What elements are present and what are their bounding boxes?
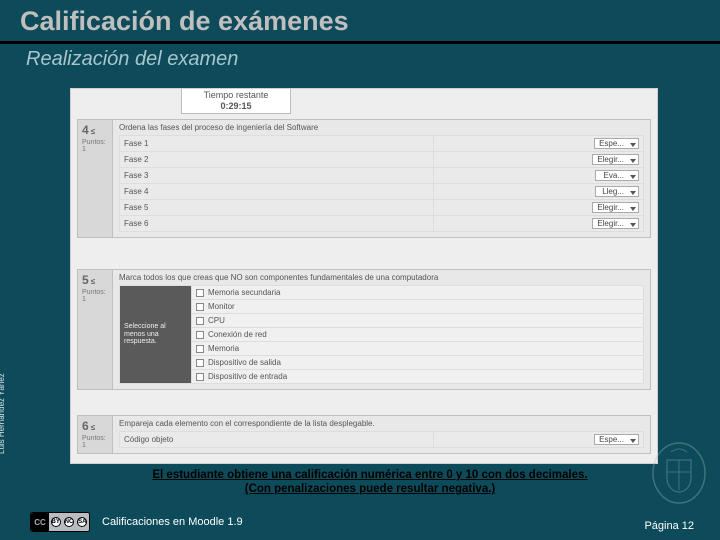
table-row: Código objetoEspe... (120, 432, 644, 448)
checkbox[interactable] (196, 359, 204, 367)
timer-label: Tiempo restante (184, 90, 288, 101)
list-item[interactable]: Monitor (192, 300, 644, 314)
timer-box: Tiempo restante 0:29:15 (181, 89, 291, 114)
question-number: 4 ≤ Puntos: 1 (77, 119, 113, 238)
select-dropdown[interactable]: Espe... (594, 138, 639, 149)
list-item[interactable]: CPU (192, 314, 644, 328)
list-item[interactable]: Dispositivo de entrada (192, 370, 644, 384)
match-table: Código objetoEspe... (119, 431, 644, 448)
question-number: 5 ≤ Puntos: 1 (77, 269, 113, 390)
select-dropdown[interactable]: Elegir... (592, 218, 639, 229)
university-crest (648, 440, 710, 510)
list-item[interactable]: Memoria secundaria (192, 286, 644, 300)
subtitle: Realización del examen (0, 44, 720, 73)
select-dropdown[interactable]: Eva... (595, 170, 639, 181)
question-prompt: Ordena las fases del proceso de ingenier… (119, 123, 644, 132)
page-title: Calificación de exámenes (0, 0, 720, 44)
checkbox[interactable] (196, 345, 204, 353)
checkbox[interactable] (196, 303, 204, 311)
author-vertical: Luis Hernández Yáñez (0, 373, 6, 454)
question-4: 4 ≤ Puntos: 1 Ordena las fases del proce… (77, 119, 651, 238)
footer-page: Página 12 (644, 520, 694, 532)
list-item[interactable]: Dispositivo de salida (192, 356, 644, 370)
cc-license-badge: CC BYNCSA (30, 512, 90, 532)
table-row: Fase 2Elegir... (120, 152, 644, 168)
question-prompt: Marca todos los que creas que NO son com… (119, 273, 644, 282)
table-row: Fase 3Eva... (120, 168, 644, 184)
question-points: Puntos: 1 (82, 289, 108, 303)
select-dropdown[interactable]: Lleg... (595, 186, 639, 197)
checkbox[interactable] (196, 289, 204, 297)
checkbox[interactable] (196, 331, 204, 339)
footer-course: Calificaciones en Moodle 1.9 (102, 516, 243, 528)
timer-value: 0:29:15 (184, 101, 288, 112)
hint-cell: Seleccione al menos una respuesta. (120, 286, 192, 384)
select-dropdown[interactable]: Elegir... (592, 202, 639, 213)
checkbox[interactable] (196, 317, 204, 325)
caption-text: El estudiante obtiene una calificación n… (80, 468, 660, 497)
table-row: Fase 5Elegir... (120, 200, 644, 216)
list-item[interactable]: Conexión de red (192, 328, 644, 342)
table-row: Fase 1Espe... (120, 136, 644, 152)
select-dropdown[interactable]: Espe... (594, 434, 639, 445)
select-dropdown[interactable]: Elegir... (592, 154, 639, 165)
checkbox[interactable] (196, 373, 204, 381)
question-prompt: Empareja cada elemento con el correspond… (119, 419, 644, 428)
checkbox-list: Seleccione al menos una respuesta. Memor… (119, 285, 644, 384)
question-points: Puntos: 1 (82, 435, 108, 449)
match-table: Fase 1Espe... Fase 2Elegir... Fase 3Eva.… (119, 135, 644, 232)
list-item[interactable]: Memoria (192, 342, 644, 356)
table-row: Fase 6Elegir... (120, 216, 644, 232)
question-5: 5 ≤ Puntos: 1 Marca todos los que creas … (77, 269, 651, 390)
table-row: Fase 4Lleg... (120, 184, 644, 200)
question-points: Puntos: 1 (82, 139, 108, 153)
exam-screenshot: Tiempo restante 0:29:15 4 ≤ Puntos: 1 Or… (70, 88, 658, 464)
question-6: 6 ≤ Puntos: 1 Empareja cada elemento con… (77, 415, 651, 454)
question-number: 6 ≤ Puntos: 1 (77, 415, 113, 454)
